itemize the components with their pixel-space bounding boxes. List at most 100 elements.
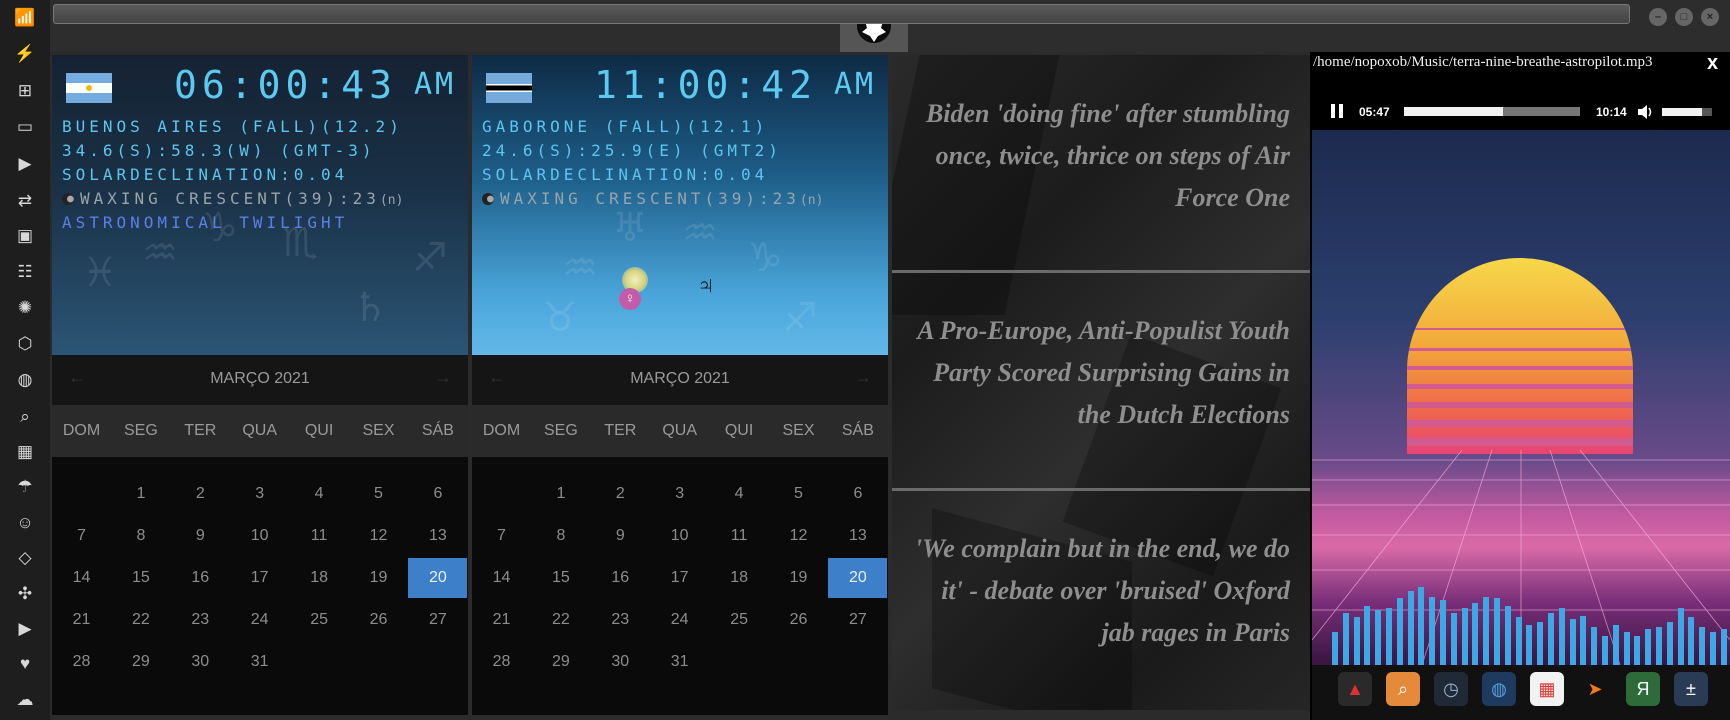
calendar-day[interactable]: 22 bbox=[111, 600, 170, 640]
calendar-day[interactable]: 30 bbox=[171, 642, 230, 682]
calendar-day[interactable]: 18 bbox=[710, 558, 769, 598]
calendar-day[interactable]: 23 bbox=[171, 600, 230, 640]
calendar-day[interactable]: 2 bbox=[591, 474, 650, 514]
calendar-day[interactable]: 19 bbox=[349, 558, 408, 598]
wifi-icon[interactable]: 📶 bbox=[13, 6, 37, 30]
rebel-logo-tab[interactable] bbox=[840, 9, 908, 52]
map-icon[interactable]: ▦ bbox=[13, 440, 37, 464]
tag-icon[interactable]: ◇ bbox=[13, 546, 37, 570]
calendar-day[interactable]: 22 bbox=[531, 600, 590, 640]
calendar-day[interactable]: 24 bbox=[650, 600, 709, 640]
calendar-day[interactable]: 16 bbox=[171, 558, 230, 598]
calendar-day[interactable]: 21 bbox=[52, 600, 111, 640]
news-headline[interactable]: 'We complain but in the end, we do it' -… bbox=[910, 528, 1290, 654]
news-headline[interactable]: A Pro-Europe, Anti-Populist Youth Party … bbox=[910, 310, 1290, 436]
calendar-day[interactable]: 27 bbox=[408, 600, 467, 640]
calendar-day[interactable]: 7 bbox=[52, 516, 111, 556]
selected-day[interactable]: 20 bbox=[828, 558, 888, 598]
calendar-day[interactable]: 29 bbox=[111, 642, 170, 682]
calendar-icon[interactable]: ▦ bbox=[1530, 672, 1564, 706]
inbox-icon[interactable]: ▭ bbox=[13, 115, 37, 139]
calendar-day[interactable]: 5 bbox=[349, 474, 408, 514]
calendar-day[interactable]: 13 bbox=[828, 516, 887, 556]
calendar-day[interactable]: 19 bbox=[769, 558, 828, 598]
calendar-day[interactable]: 8 bbox=[531, 516, 590, 556]
minimize-button[interactable]: – bbox=[1649, 8, 1667, 26]
next-month-button[interactable]: → bbox=[854, 367, 872, 388]
clock-icon[interactable]: ◷ bbox=[1434, 672, 1468, 706]
calendar-day[interactable]: 4 bbox=[710, 474, 769, 514]
windows-icon[interactable]: ⊞ bbox=[13, 79, 37, 103]
calendar-day[interactable]: 21 bbox=[472, 600, 531, 640]
app-launcher-icon[interactable]: ▲ bbox=[1338, 672, 1372, 706]
hexagon-icon[interactable]: ⬡ bbox=[13, 332, 37, 356]
calendar-day[interactable]: 17 bbox=[230, 558, 289, 598]
calendar-day[interactable]: 25 bbox=[290, 600, 349, 640]
search-icon[interactable]: ⌕ bbox=[1386, 672, 1420, 706]
title-field[interactable] bbox=[53, 4, 1630, 24]
calendar-day[interactable]: 10 bbox=[650, 516, 709, 556]
selected-day[interactable]: 20 bbox=[408, 558, 468, 598]
calendar-day[interactable]: 15 bbox=[531, 558, 590, 598]
calendar-day[interactable]: 31 bbox=[650, 642, 709, 682]
search-icon[interactable]: ⌕ bbox=[13, 405, 37, 429]
calendar-day[interactable]: 1 bbox=[531, 474, 590, 514]
calendar-day[interactable]: 28 bbox=[52, 642, 111, 682]
calendar-day[interactable]: 6 bbox=[408, 474, 467, 514]
calendar-day[interactable]: 29 bbox=[531, 642, 590, 682]
calculator-icon[interactable]: ± bbox=[1674, 672, 1708, 706]
globe-icon[interactable]: ◍ bbox=[1482, 672, 1516, 706]
expand-icon[interactable]: ✣ bbox=[13, 582, 37, 606]
calendar-day[interactable]: 9 bbox=[591, 516, 650, 556]
calendar-day[interactable]: 26 bbox=[769, 600, 828, 640]
calendar-day[interactable]: 3 bbox=[230, 474, 289, 514]
close-window-button[interactable]: × bbox=[1701, 8, 1719, 26]
contacts-icon[interactable]: ☺ bbox=[13, 511, 37, 535]
calendar-day[interactable]: 28 bbox=[472, 642, 531, 682]
rebel-icon[interactable]: ✺ bbox=[13, 296, 37, 320]
calendar-day[interactable]: 11 bbox=[710, 516, 769, 556]
yandex-icon[interactable]: Я bbox=[1626, 672, 1660, 706]
next-month-button[interactable]: → bbox=[434, 367, 452, 388]
calendar-day[interactable]: 13 bbox=[408, 516, 467, 556]
calendar-day[interactable]: 7 bbox=[472, 516, 531, 556]
calendar-day[interactable]: 18 bbox=[290, 558, 349, 598]
arrow-icon[interactable]: ➤ bbox=[1578, 672, 1612, 706]
calendar-day[interactable]: 9 bbox=[171, 516, 230, 556]
translate-icon[interactable]: ⇄ bbox=[13, 189, 37, 213]
calendar-day[interactable]: 3 bbox=[650, 474, 709, 514]
globe-icon[interactable]: ◍ bbox=[13, 368, 37, 392]
calendar-day[interactable]: 12 bbox=[349, 516, 408, 556]
youtube-icon[interactable]: ▶ bbox=[13, 617, 37, 641]
calendar-day[interactable]: 14 bbox=[52, 558, 111, 598]
calendar-day[interactable]: 4 bbox=[290, 474, 349, 514]
calendar-day[interactable]: 8 bbox=[111, 516, 170, 556]
pause-button[interactable] bbox=[1331, 104, 1343, 118]
volume-icon[interactable] bbox=[1636, 103, 1654, 121]
calendar-day[interactable]: 25 bbox=[710, 600, 769, 640]
image-icon[interactable]: ▣ bbox=[13, 224, 37, 248]
calendar-day[interactable]: 6 bbox=[828, 474, 887, 514]
cloud-icon[interactable]: ☁ bbox=[13, 688, 37, 712]
calendar-day[interactable]: 23 bbox=[591, 600, 650, 640]
calendar-day[interactable]: 12 bbox=[769, 516, 828, 556]
play-icon[interactable]: ▶ bbox=[13, 152, 37, 176]
calendar-day[interactable]: 17 bbox=[650, 558, 709, 598]
calendar-day[interactable]: 11 bbox=[290, 516, 349, 556]
close-player-button[interactable]: x bbox=[1707, 52, 1718, 75]
calendar-day[interactable]: 16 bbox=[591, 558, 650, 598]
heart-icon[interactable]: ♥ bbox=[13, 652, 37, 676]
calendar-day[interactable]: 5 bbox=[769, 474, 828, 514]
bolt-icon[interactable]: ⚡ bbox=[13, 42, 37, 66]
calendar-day[interactable]: 31 bbox=[230, 642, 289, 682]
news-headline[interactable]: Biden 'doing fine' after stumbling once,… bbox=[910, 93, 1290, 219]
calendar-day[interactable]: 1 bbox=[111, 474, 170, 514]
calendar-day[interactable]: 2 bbox=[171, 474, 230, 514]
calendar-day[interactable]: 30 bbox=[591, 642, 650, 682]
calendar-day[interactable]: 24 bbox=[230, 600, 289, 640]
calendar-day[interactable]: 27 bbox=[828, 600, 887, 640]
calendar-day[interactable]: 14 bbox=[472, 558, 531, 598]
calendar-day[interactable]: 26 bbox=[349, 600, 408, 640]
umbrella-icon[interactable]: ☂ bbox=[13, 475, 37, 499]
calendar-day[interactable]: 10 bbox=[230, 516, 289, 556]
